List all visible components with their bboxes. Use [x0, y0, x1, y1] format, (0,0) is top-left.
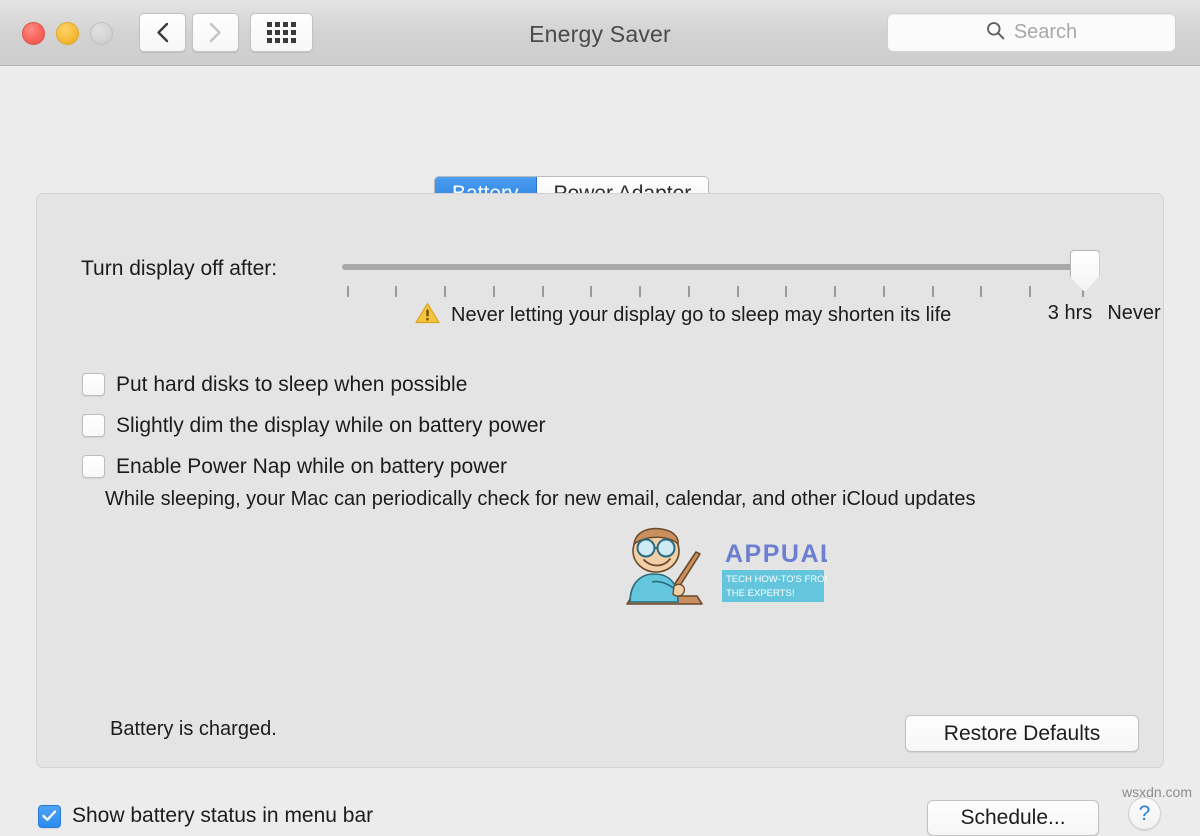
slider-track [342, 264, 1092, 270]
window-titlebar: Energy Saver Search [0, 0, 1200, 66]
search-input[interactable]: Search [887, 13, 1176, 52]
checkbox-slightly-dim-display[interactable] [82, 414, 105, 437]
forward-chevron-icon [209, 22, 222, 43]
minimize-button[interactable] [56, 22, 79, 45]
slider-label-never: Never [1107, 302, 1161, 324]
appuals-logo-text: APPUALS [725, 540, 827, 568]
checkbox-show-battery-status[interactable] [38, 804, 61, 828]
forward-button[interactable] [192, 13, 239, 52]
slider-end-labels: 3 hrs Never [37, 302, 1165, 328]
slider-ticks [342, 286, 1092, 298]
back-chevron-icon [156, 22, 169, 43]
option-label-dim-display: Slightly dim the display while on batter… [116, 413, 546, 437]
show-battery-status-label: Show battery status in menu bar [72, 804, 374, 827]
battery-status-text: Battery is charged. [110, 718, 277, 740]
help-button[interactable]: ? [1128, 797, 1161, 830]
schedule-button[interactable]: Schedule... [927, 800, 1099, 836]
grid-icon [267, 22, 296, 43]
settings-panel: Turn display off after: Never letting yo… [36, 193, 1164, 768]
energy-saver-window: Energy Saver Search Battery Power Adapte… [0, 0, 1200, 836]
search-icon [986, 21, 1005, 45]
display-sleep-label: Turn display off after: [81, 257, 278, 280]
option-row-dim-display[interactable]: Slightly dim the display while on batter… [82, 405, 546, 446]
checkbox-enable-power-nap[interactable] [82, 455, 105, 478]
appuals-tagline-2: THE EXPERTS! [726, 588, 794, 599]
search-placeholder: Search [1013, 21, 1078, 43]
checkbox-put-hard-disks-to-sleep[interactable] [82, 373, 105, 396]
corner-watermark: wsxdn.com [1121, 784, 1192, 800]
window-content: Battery Power Adapter Turn display off a… [0, 66, 1200, 836]
option-row-hard-disks[interactable]: Put hard disks to sleep when possible [82, 364, 546, 405]
traffic-lights [22, 22, 113, 45]
appuals-tagline-1: TECH HOW-TO'S FROM [726, 574, 827, 585]
navigation-buttons [139, 13, 239, 52]
power-nap-description: While sleeping, your Mac can periodicall… [105, 488, 976, 510]
show-battery-status-row[interactable]: Show battery status in menu bar [38, 804, 373, 828]
zoom-button[interactable] [90, 22, 113, 45]
close-button[interactable] [22, 22, 45, 45]
option-label-hard-disks: Put hard disks to sleep when possible [116, 372, 468, 396]
display-sleep-slider[interactable] [342, 250, 1100, 297]
appuals-watermark: APPUALS TECH HOW-TO'S FROM THE EXPERTS! [622, 524, 853, 614]
slider-label-3hrs: 3 hrs [1047, 302, 1093, 324]
back-button[interactable] [139, 13, 186, 52]
restore-defaults-button[interactable]: Restore Defaults [905, 715, 1139, 752]
option-row-power-nap[interactable]: Enable Power Nap while on battery power [82, 446, 546, 487]
option-label-power-nap: Enable Power Nap while on battery power [116, 454, 508, 478]
show-all-button[interactable] [250, 13, 313, 52]
battery-options-list: Put hard disks to sleep when possible Sl… [82, 364, 546, 487]
